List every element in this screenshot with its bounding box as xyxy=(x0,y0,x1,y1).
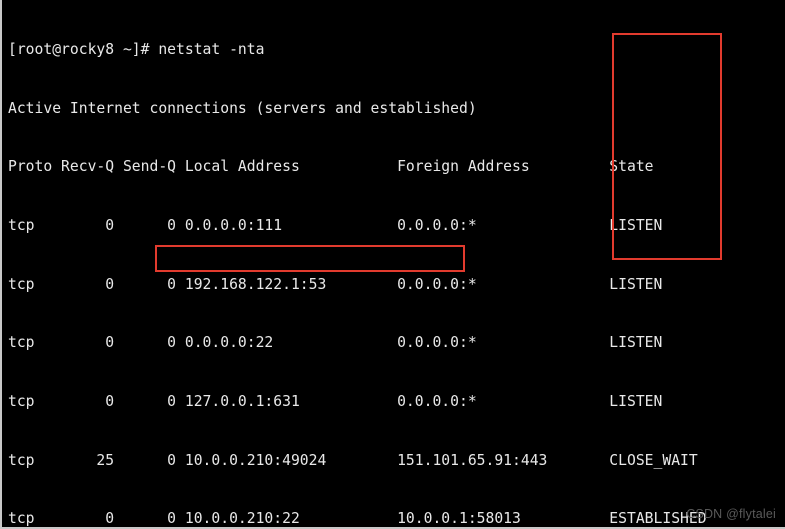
terminal-screenshot: [root@rocky8 ~]# netstat -nta Active Int… xyxy=(0,0,785,529)
terminal-output-area[interactable]: [root@rocky8 ~]# netstat -nta Active Int… xyxy=(2,0,785,527)
watermark: CSDN @flytalei xyxy=(686,507,776,521)
table-row: tcp 0 0 0.0.0.0:111 0.0.0.0:* LISTEN xyxy=(8,217,663,235)
terminal-line: [root@rocky8 ~]# netstat -nta xyxy=(8,41,265,59)
table-row: tcp 0 0 10.0.0.210:22 10.0.0.1:58013 EST… xyxy=(8,510,707,528)
table-row: tcp 25 0 10.0.0.210:49024 151.101.65.91:… xyxy=(8,451,698,469)
table-row: tcp 0 0 0.0.0.0:22 0.0.0.0:* LISTEN xyxy=(8,334,663,352)
netstat-header-row: Proto Recv-Q Send-Q Local Address Foreig… xyxy=(8,158,654,176)
table-row: tcp 0 0 127.0.0.1:631 0.0.0.0:* LISTEN xyxy=(8,392,663,410)
terminal-line: Active Internet connections (servers and… xyxy=(8,99,477,117)
table-row: tcp 0 0 192.168.122.1:53 0.0.0.0:* LISTE… xyxy=(8,275,663,293)
